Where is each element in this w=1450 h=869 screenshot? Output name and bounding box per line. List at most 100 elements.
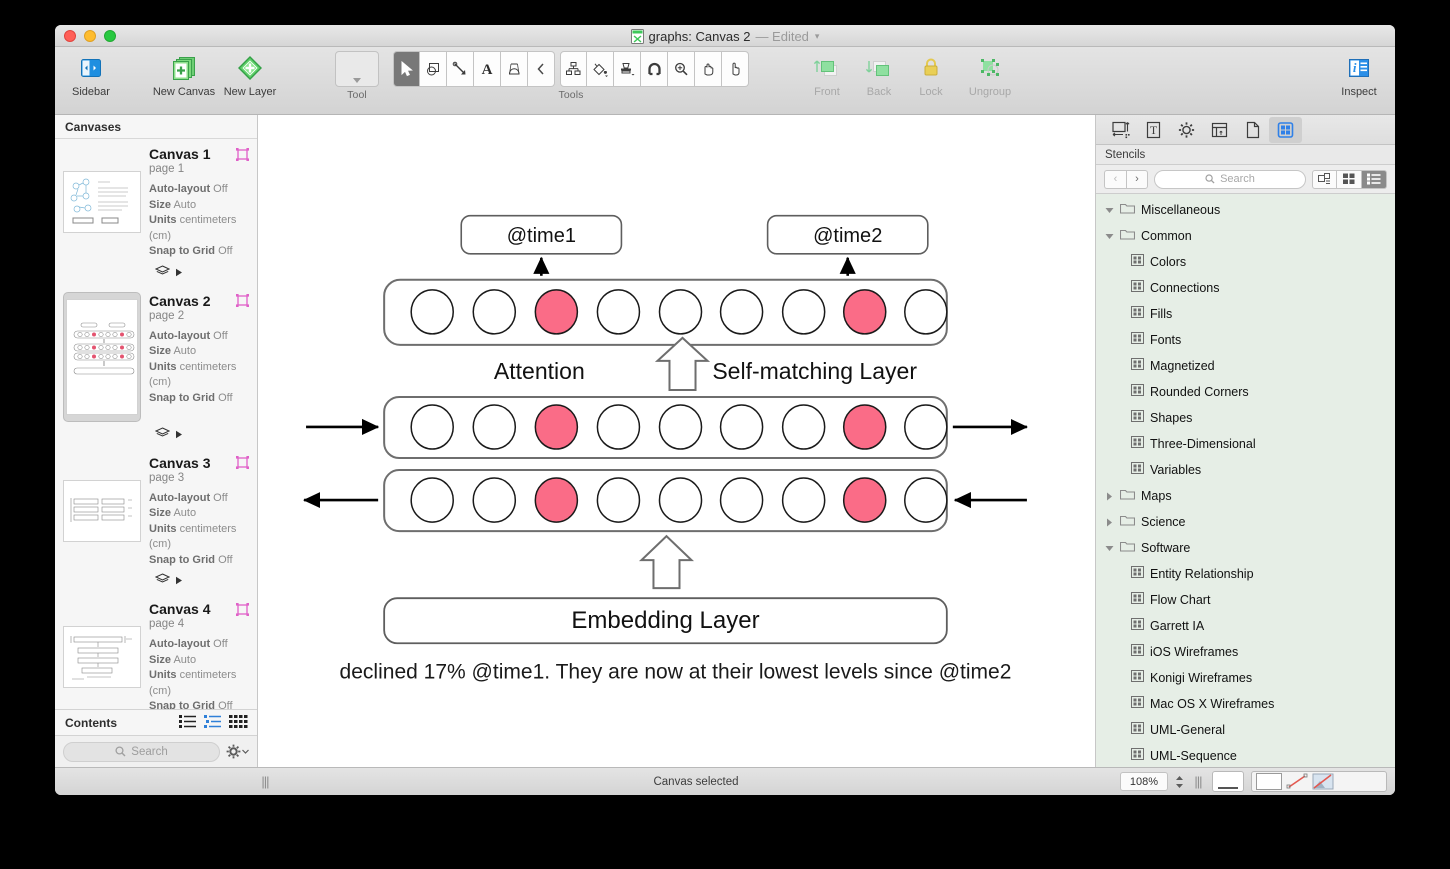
- tool-picker-button[interactable]: [335, 51, 379, 87]
- inspector-resize-grip[interactable]: |||: [1191, 774, 1205, 789]
- stencil-grid-icon: [1131, 643, 1144, 661]
- grid-view-icon[interactable]: [1337, 169, 1362, 189]
- tools-group-label: Tools: [558, 89, 584, 101]
- stencil-grid-icon: [1131, 357, 1144, 375]
- style-tray[interactable]: [1251, 771, 1387, 792]
- stencil-item-row[interactable]: Mac OS X Wireframes: [1096, 691, 1395, 717]
- stencil-folder-row[interactable]: Common: [1096, 223, 1395, 249]
- canvas-frame-icon[interactable]: [236, 602, 249, 616]
- stencil-item-row[interactable]: UML-Sequence: [1096, 743, 1395, 767]
- pen-icon[interactable]: [501, 51, 528, 87]
- new-layer-button[interactable]: New Layer: [217, 51, 283, 98]
- stencils-tree[interactable]: Miscellaneous Common Colors Connections: [1096, 194, 1395, 767]
- diagram-icon[interactable]: [560, 51, 587, 87]
- stencil-item-row[interactable]: Colors: [1096, 249, 1395, 275]
- sidebar-action-menu-button[interactable]: [226, 744, 249, 759]
- stencils-back-button[interactable]: ‹: [1104, 169, 1126, 189]
- canvas-list-item-selected[interactable]: Canvas 2 page 2 Auto-layout Off Size Aut…: [55, 286, 257, 422]
- disclosure-triangle-down-icon[interactable]: [1105, 207, 1114, 214]
- disclosure-triangle-icon[interactable]: [175, 426, 183, 444]
- bring-front-button[interactable]: Front: [801, 51, 853, 98]
- zoom-icon[interactable]: [668, 51, 695, 87]
- stencil-browse-icon[interactable]: [1312, 169, 1337, 189]
- selection-arrow-icon[interactable]: [393, 51, 420, 87]
- canvas-frame-icon[interactable]: [236, 456, 249, 469]
- stencil-item-row[interactable]: Garrett IA: [1096, 613, 1395, 639]
- canvas-page: page 4: [149, 618, 185, 630]
- stencil-item-row[interactable]: Three-Dimensional: [1096, 431, 1395, 457]
- canvas-list-item[interactable]: Canvas 4 page 4 Auto-layout Off Size Aut…: [55, 594, 257, 709]
- stencil-item-row[interactable]: Magnetized: [1096, 353, 1395, 379]
- disclosure-triangle-right-icon[interactable]: [1105, 492, 1114, 501]
- line-icon[interactable]: [447, 51, 474, 87]
- object-inspector-icon[interactable]: [1104, 117, 1137, 143]
- sidebar-toggle-button[interactable]: Sidebar: [65, 51, 117, 98]
- shapes-icon[interactable]: [420, 51, 447, 87]
- canvas-frame-icon[interactable]: [236, 147, 249, 161]
- gear-icon: [226, 744, 241, 759]
- rubber-stamp-icon[interactable]: [614, 51, 641, 87]
- paint-bucket-icon[interactable]: [587, 51, 614, 87]
- sidebar-search-input[interactable]: Search: [63, 741, 220, 762]
- document-inspector-icon[interactable]: [1236, 117, 1269, 143]
- stencil-item-row[interactable]: Entity Relationship: [1096, 561, 1395, 587]
- lock-button[interactable]: Lock: [905, 51, 957, 98]
- hierarchy-view-icon[interactable]: [204, 714, 222, 731]
- stencils-icon[interactable]: [1269, 116, 1302, 143]
- stencil-item-row[interactable]: Fonts: [1096, 327, 1395, 353]
- list-view-icon[interactable]: [1362, 169, 1387, 189]
- zoom-stepper[interactable]: [1175, 775, 1184, 789]
- text-inspector-icon[interactable]: T: [1137, 117, 1170, 143]
- point-hand-icon[interactable]: [722, 51, 749, 87]
- new-canvas-button[interactable]: New Canvas: [151, 51, 217, 98]
- grid-view-icon[interactable]: [229, 714, 249, 731]
- text-icon[interactable]: A: [474, 51, 501, 87]
- disclosure-triangle-down-icon[interactable]: [1105, 233, 1114, 240]
- send-back-button[interactable]: Back: [853, 51, 905, 98]
- chevron-left-icon[interactable]: [528, 51, 555, 87]
- disclosure-triangle-icon[interactable]: [175, 572, 183, 590]
- zoom-level-input[interactable]: 108%: [1120, 772, 1168, 791]
- disclosure-triangle-icon[interactable]: [175, 264, 183, 282]
- stencil-item-row[interactable]: Shapes: [1096, 405, 1395, 431]
- canvas-list-item[interactable]: Canvas 1 page 1 Auto-layout Off Size Aut…: [55, 139, 257, 260]
- canvases-list[interactable]: Canvas 1 page 1 Auto-layout Off Size Aut…: [55, 139, 257, 709]
- layers-disclosure[interactable]: [55, 422, 257, 448]
- stencil-item-row[interactable]: UML-General: [1096, 717, 1395, 743]
- stencil-folder-row[interactable]: Science: [1096, 509, 1395, 535]
- stencil-folder-row[interactable]: Miscellaneous: [1096, 197, 1395, 223]
- stencil-folder-row[interactable]: Maps: [1096, 483, 1395, 509]
- shape-style-swatch[interactable]: [1256, 773, 1282, 790]
- line-style-swatch[interactable]: [1286, 773, 1308, 790]
- output-box-time1: @time1: [460, 214, 623, 255]
- inspect-button[interactable]: i Inspect: [1333, 51, 1385, 98]
- stencil-item-row[interactable]: Fills: [1096, 301, 1395, 327]
- properties-gear-icon[interactable]: [1170, 117, 1203, 143]
- stencil-item-row[interactable]: Variables: [1096, 457, 1395, 483]
- canvas-frame-icon[interactable]: [236, 294, 249, 307]
- canvas-drawing-area[interactable]: @time1 @time2 Attention Self-matching La…: [258, 115, 1095, 767]
- stencil-folder-label: Science: [1141, 515, 1186, 529]
- magnet-icon[interactable]: [641, 51, 668, 87]
- stencils-forward-button[interactable]: ›: [1126, 169, 1148, 189]
- sidebar-resize-grip[interactable]: |||: [258, 774, 272, 789]
- layers-disclosure[interactable]: [55, 260, 257, 286]
- stencil-item-row[interactable]: Konigi Wireframes: [1096, 665, 1395, 691]
- stencil-item-row[interactable]: Flow Chart: [1096, 587, 1395, 613]
- image-style-swatch[interactable]: [1312, 773, 1334, 790]
- stroke-style-swatch[interactable]: [1212, 771, 1244, 792]
- stencil-item-row[interactable]: Rounded Corners: [1096, 379, 1395, 405]
- hand-icon[interactable]: [695, 51, 722, 87]
- layers-disclosure[interactable]: [55, 568, 257, 594]
- canvas-list-item[interactable]: Canvas 3 page 3 Auto-layout Off Size Aut…: [55, 448, 257, 569]
- disclosure-triangle-down-icon[interactable]: [1105, 545, 1114, 552]
- stencil-folder-row[interactable]: Software: [1096, 535, 1395, 561]
- outline-view-icon[interactable]: [179, 714, 197, 731]
- stencils-search-input[interactable]: Search: [1154, 169, 1306, 189]
- canvas-inspector-icon[interactable]: [1203, 117, 1236, 143]
- stencil-item-row[interactable]: Connections: [1096, 275, 1395, 301]
- ungroup-button[interactable]: Ungroup: [957, 51, 1023, 98]
- stencil-item-row[interactable]: iOS Wireframes: [1096, 639, 1395, 665]
- disclosure-triangle-right-icon[interactable]: [1105, 518, 1114, 527]
- chevron-down-icon[interactable]: ▾: [815, 31, 820, 42]
